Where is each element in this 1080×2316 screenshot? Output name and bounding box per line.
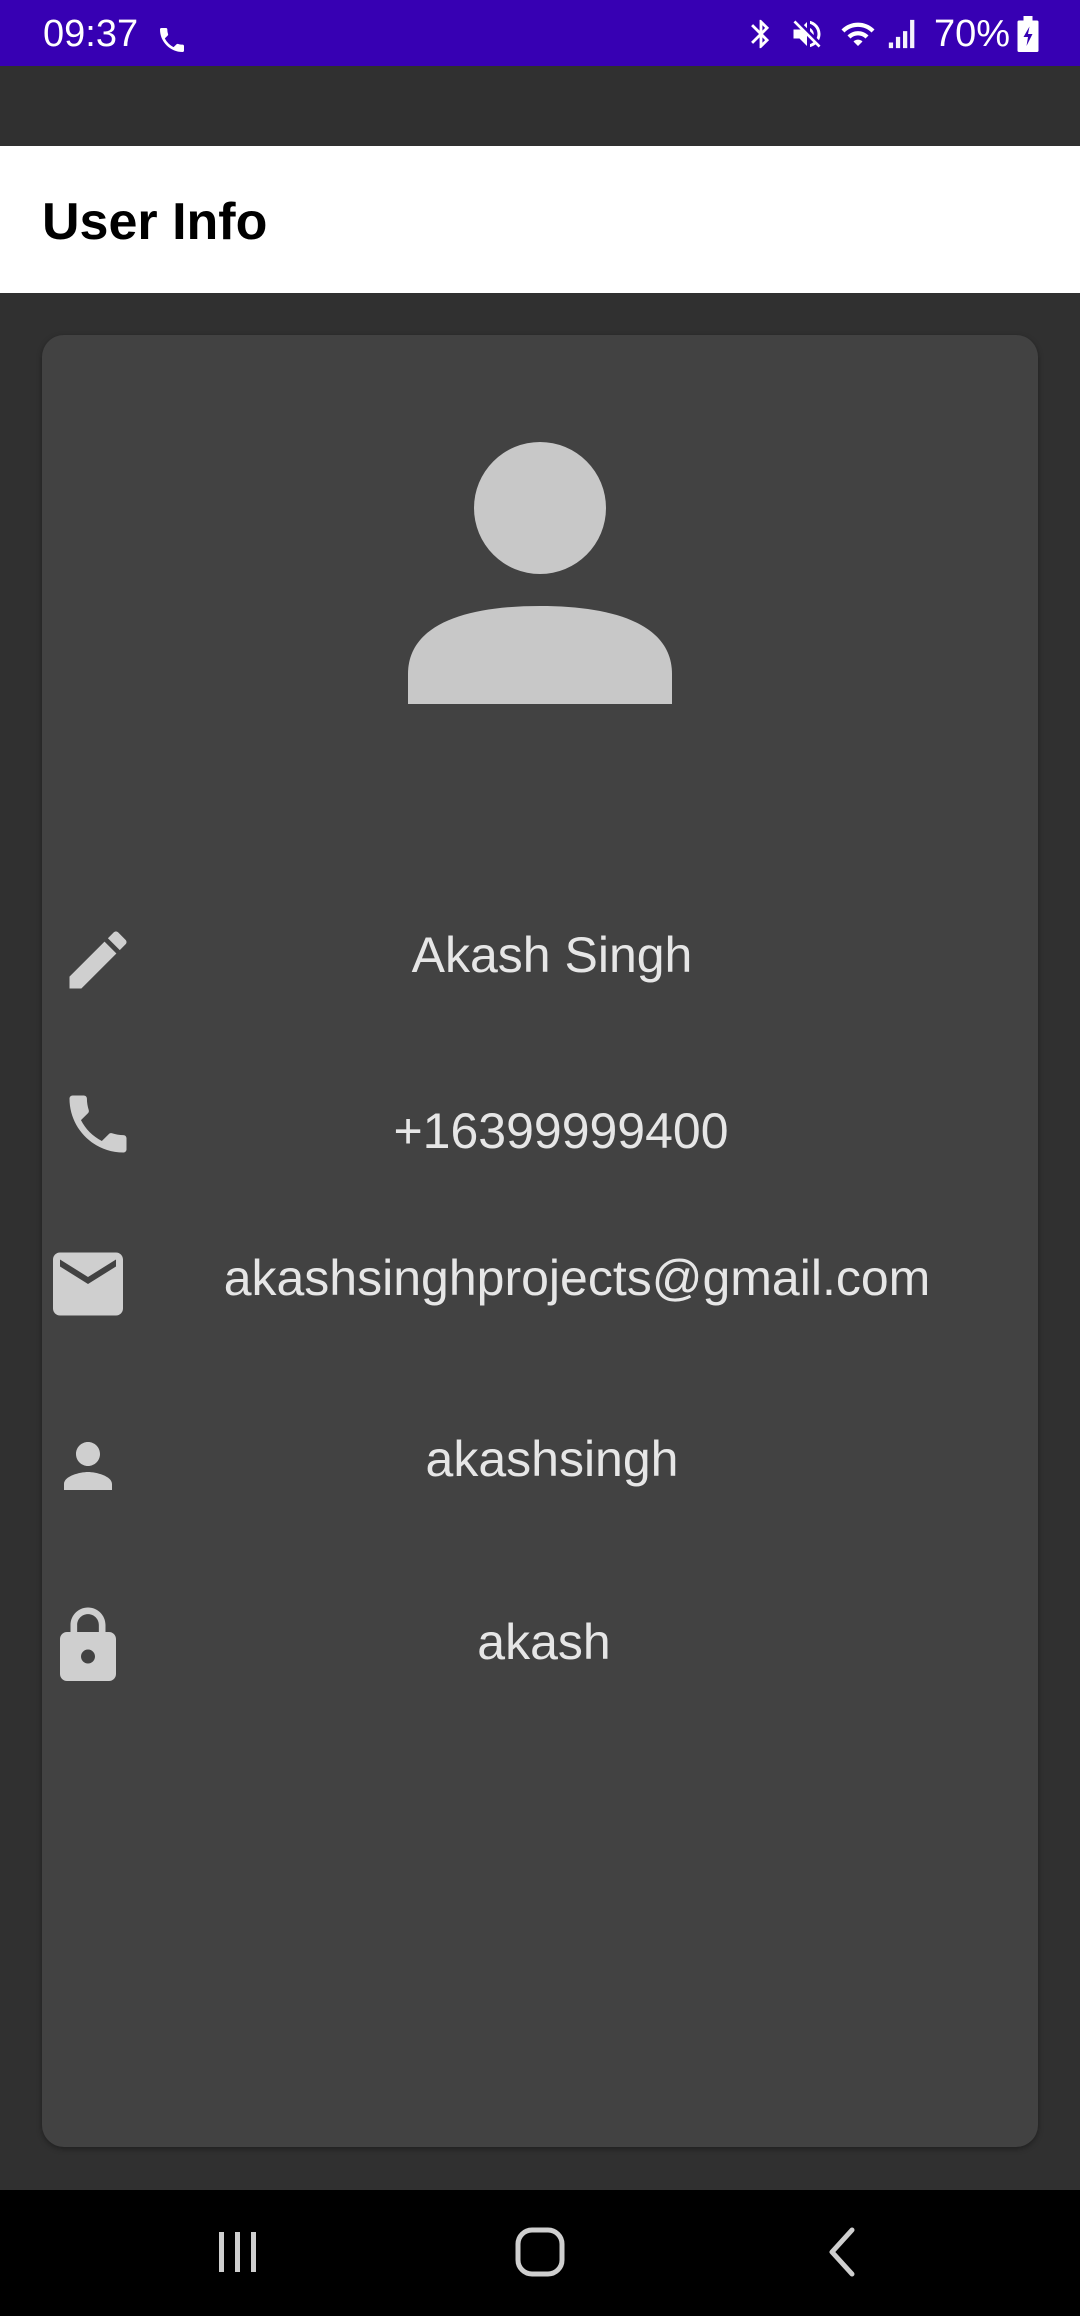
recent-apps-icon <box>219 2232 256 2272</box>
phone-call-icon <box>160 28 184 52</box>
system-nav-bar <box>0 2190 1080 2316</box>
signal-icon <box>888 19 915 49</box>
recent-apps-button[interactable] <box>193 2212 283 2292</box>
email-value: akashsinghprojects@gmail.com <box>223 1250 931 1306</box>
mute-icon <box>793 20 821 48</box>
status-icons: 70% <box>744 12 1040 56</box>
home-icon <box>515 2227 565 2277</box>
home-button[interactable] <box>495 2212 585 2292</box>
wifi-icon <box>841 22 875 46</box>
battery-charging-icon <box>1017 16 1039 52</box>
lock-icon[interactable] <box>46 1604 130 1688</box>
back-button[interactable] <box>797 2212 887 2292</box>
page-title: User Info <box>42 193 268 251</box>
name-value: Akash Singh <box>411 927 693 983</box>
username-value: akashsingh <box>425 1431 679 1487</box>
status-bar: 09:37 70% <box>0 0 1080 66</box>
battery-percent: 70% <box>933 13 1010 55</box>
back-icon <box>829 2227 855 2277</box>
top-strip <box>0 66 1080 146</box>
password-value: akash <box>477 1614 611 1670</box>
status-time: 09:37 <box>43 13 139 55</box>
person-icon[interactable] <box>52 1430 124 1502</box>
account-circle-icon <box>408 442 672 704</box>
bluetooth-icon <box>751 19 770 49</box>
phone-icon[interactable] <box>60 1086 136 1162</box>
app-bar: User Info <box>0 146 1080 293</box>
phone-value: +16399999400 <box>393 1103 729 1159</box>
email-icon[interactable] <box>46 1244 130 1324</box>
edit-icon[interactable] <box>60 922 136 998</box>
